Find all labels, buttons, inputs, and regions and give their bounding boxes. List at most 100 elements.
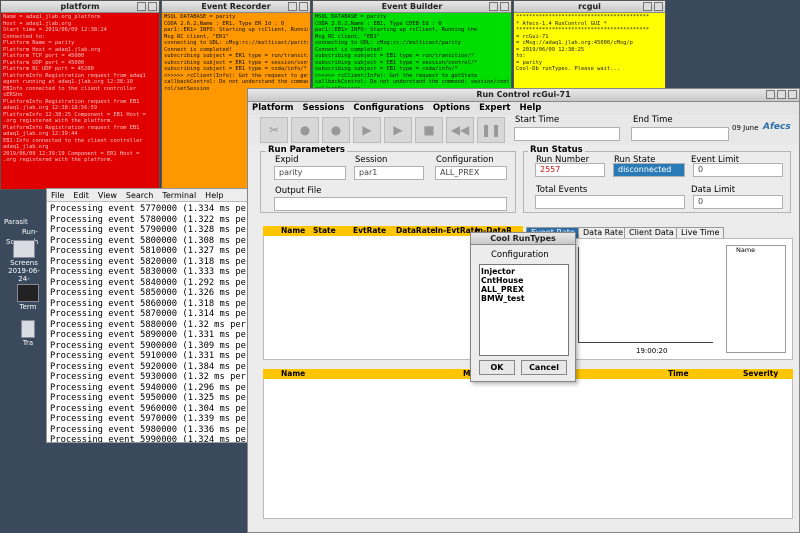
minimize-icon[interactable] — [643, 2, 652, 11]
terminal-line: Processing event 5990000 (1.324 ms per e… — [50, 435, 260, 443]
terminal-window[interactable]: File Edit View Search Terminal Help Processin… — [46, 188, 261, 443]
rc-menu-platform[interactable]: Platform — [252, 103, 294, 113]
terminal-line: Processing event 5830000 (1.333 ms per e… — [50, 267, 260, 277]
comp-col-state[interactable]: State — [313, 226, 336, 236]
configuration-option[interactable]: BMW_test — [481, 294, 567, 303]
go-button[interactable]: ▶ — [384, 117, 412, 143]
chart-time-tick: 19:00:20 — [636, 347, 668, 355]
prestart-button[interactable]: ▶ — [353, 117, 381, 143]
desktop-label-screens: Screens — [10, 259, 38, 267]
rcgui-line: Cool-Db runTypes. Please wait... — [516, 66, 620, 72]
minimize-icon[interactable] — [489, 2, 498, 11]
maximize-icon[interactable] — [777, 90, 786, 99]
chart-plot-area — [578, 247, 713, 343]
image-file-icon — [13, 240, 35, 258]
data-limit-field[interactable]: 0 — [693, 195, 783, 209]
run-status-title: Run Status — [528, 145, 585, 155]
minimize-icon[interactable] — [288, 2, 297, 11]
tools-icon: ✂ — [268, 123, 280, 137]
comp-col-evtrate[interactable]: EvtRate — [353, 226, 386, 236]
msg-col-severity[interactable]: Severity — [743, 369, 778, 379]
configuration-field: ALL_PREX — [435, 166, 507, 180]
start-time-label: Start Time — [515, 115, 560, 125]
minimize-icon[interactable] — [137, 2, 146, 11]
pause-button[interactable]: ❚❚ — [477, 117, 505, 143]
event-limit-field[interactable]: 0 — [693, 163, 783, 177]
tab-client-data[interactable]: Client Data — [624, 227, 679, 238]
desktop-icon-trash[interactable]: Tra — [6, 320, 50, 347]
end-button[interactable]: ■ — [415, 117, 443, 143]
message-table — [263, 369, 793, 519]
session-label: Session — [355, 155, 388, 165]
download-button[interactable]: ● — [322, 117, 350, 143]
desktop-icon-screenshot[interactable]: Screens 2019-06- 24- — [2, 226, 46, 283]
tab-live-time[interactable]: Live Time — [676, 227, 725, 238]
run-number-field: 2557 — [535, 163, 605, 177]
cancel-button[interactable]: Cancel — [521, 360, 567, 375]
date-label: 09 June — [732, 124, 759, 132]
circle-icon: ● — [330, 123, 342, 137]
event-builder-output: MSQL DATABASE = parity CODA 2.6.2,Name : … — [313, 13, 511, 93]
recorder-line: connecting to UDL: cMsg:rc://multicast/p… — [164, 40, 308, 46]
comp-col-datarate[interactable]: DataRate — [396, 226, 435, 236]
run-control-titlebar[interactable]: Run Control rcGui-71 — [248, 89, 799, 102]
terminal-line: Processing event 5930000 (1.32 ms per ev… — [50, 372, 260, 382]
configuration-option[interactable]: CntHouse — [481, 276, 567, 285]
desktop-label-trash: Tra — [22, 339, 34, 347]
trash-icon — [21, 320, 35, 338]
recorder-line: callbackControl: Do not understand the c… — [164, 79, 308, 85]
desktop-label-parasit[interactable]: Parasit — [4, 218, 28, 226]
rc-menu-configurations[interactable]: Configurations — [353, 103, 423, 113]
rcgui-titlebar[interactable]: rcgui — [514, 1, 665, 13]
close-icon[interactable] — [654, 2, 663, 11]
rc-menu-sessions[interactable]: Sessions — [303, 103, 345, 113]
total-events-label: Total Events — [536, 185, 588, 195]
close-icon[interactable] — [788, 90, 797, 99]
tab-data-rate[interactable]: Data Rate — [578, 227, 628, 238]
terminal-line: Processing event 5960000 (1.304 ms per e… — [50, 403, 260, 414]
dialog-titlebar[interactable]: Cool RunTypes — [471, 233, 575, 245]
platform-window[interactable]: platform Name = adaq1_jlab.org_platform … — [0, 0, 160, 190]
desktop-icon-terminal[interactable]: Term — [6, 284, 50, 311]
terminal-menu-file[interactable]: File — [51, 191, 64, 200]
terminal-menu-search[interactable]: Search — [126, 191, 153, 200]
msg-col-name[interactable]: Name — [281, 369, 305, 379]
cool-runtypes-dialog[interactable]: Cool RunTypes Configuration Injector CntH… — [470, 232, 576, 382]
terminal-menu-edit[interactable]: Edit — [73, 191, 89, 200]
terminal-menubar: File Edit View Search Terminal Help — [47, 189, 260, 202]
configuration-option[interactable]: Injector — [481, 267, 567, 276]
pause-icon: ❚❚ — [480, 123, 502, 137]
terminal-menu-view[interactable]: View — [98, 191, 117, 200]
close-icon[interactable] — [148, 2, 157, 11]
rc-menu-options[interactable]: Options — [433, 103, 470, 113]
connect-button[interactable]: ✂ — [260, 117, 288, 143]
configuration-list[interactable]: Injector CntHouse ALL_PREX BMW_test — [479, 264, 569, 356]
terminal-menu-help[interactable]: Help — [205, 191, 223, 200]
terminal-line: Processing event 5800000 (1.308 ms per e… — [50, 235, 260, 246]
event-recorder-titlebar[interactable]: Event Recorder — [162, 1, 310, 13]
rcgui-line: ****************************************… — [516, 27, 650, 33]
comp-col-name[interactable]: Name — [281, 226, 305, 236]
platform-titlebar[interactable]: platform — [1, 1, 159, 13]
terminal-line: Processing event 5790000 (1.328 ms per e… — [50, 225, 260, 235]
msg-col-time[interactable]: Time — [668, 369, 689, 379]
close-icon[interactable] — [299, 2, 308, 11]
close-icon[interactable] — [500, 2, 509, 11]
terminal-menu-terminal[interactable]: Terminal — [162, 191, 196, 200]
ok-button[interactable]: OK — [479, 360, 515, 375]
terminal-line: Processing event 5810000 (1.327 ms per e… — [50, 246, 260, 256]
terminal-icon — [17, 284, 39, 302]
minimize-icon[interactable] — [766, 90, 775, 99]
configuration-option[interactable]: ALL_PREX — [481, 285, 567, 294]
dialog-heading: Configuration — [491, 250, 549, 260]
output-file-label: Output File — [275, 186, 322, 196]
reset-button[interactable]: ◀◀ — [446, 117, 474, 143]
platform-title: platform — [60, 2, 100, 11]
event-builder-titlebar[interactable]: Event Builder — [313, 1, 511, 13]
rc-menu-expert[interactable]: Expert — [479, 103, 510, 113]
platform-line: .org registered with the platform. — [3, 157, 114, 163]
terminal-output: Processing event 5770000 (1.334 ms per e… — [47, 202, 260, 443]
configure-button[interactable]: ● — [291, 117, 319, 143]
rc-menu-help[interactable]: Help — [519, 103, 541, 113]
terminal-line: Processing event 5950000 (1.325 ms per e… — [50, 393, 260, 403]
